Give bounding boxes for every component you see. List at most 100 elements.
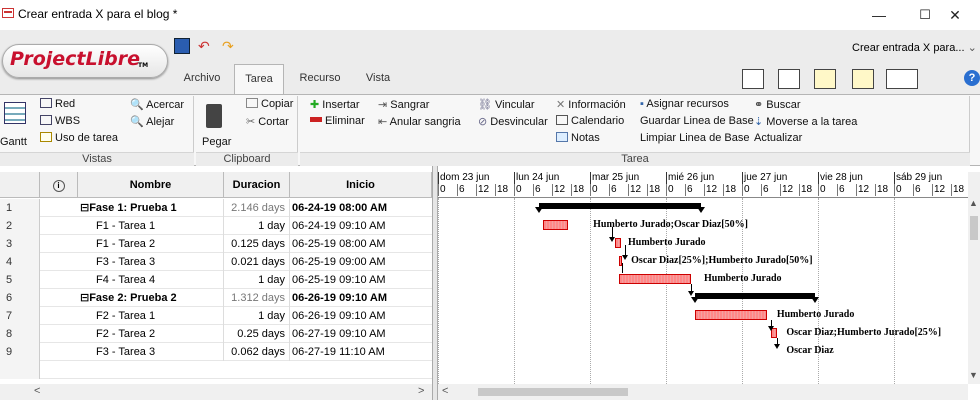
chart-view-icon[interactable]	[778, 69, 800, 89]
header-nombre[interactable]: Nombre	[78, 172, 224, 198]
task-bar[interactable]	[618, 274, 692, 284]
scroll-down-icon[interactable]: ▼	[969, 370, 978, 380]
table-row[interactable]: 6 ⊟Fase 2: Prueba 2 1.312 days 06-26-19 09:…	[0, 289, 432, 307]
row-number[interactable]: 9	[0, 343, 40, 361]
eliminar-button[interactable]: Eliminar	[310, 115, 365, 127]
row-number[interactable]: 4	[0, 253, 40, 271]
acercar-button[interactable]: 🔍 Acercar	[130, 98, 184, 111]
alejar-button[interactable]: 🔍 Alejar	[130, 115, 174, 128]
task-name[interactable]: F3 - Tarea 3	[78, 343, 224, 361]
buscar-button[interactable]: ⚭ Buscar	[754, 98, 801, 111]
table-horizontal-scrollbar[interactable]: < >	[30, 384, 432, 400]
sangrar-button[interactable]: ⇥ Sangrar	[378, 98, 429, 111]
task-name[interactable]: F1 - Tarea 2	[78, 235, 224, 253]
task-duration[interactable]: 0.062 days	[224, 343, 290, 361]
task-start[interactable]: 06-27-19 11:10 AM	[290, 343, 432, 361]
task-duration[interactable]: 1 day	[224, 307, 290, 325]
header-inicio[interactable]: Inicio	[290, 172, 432, 198]
project-select[interactable]: Crear entrada X para... ⌄	[852, 38, 980, 58]
informacion-button[interactable]: ✕ Información	[556, 98, 626, 111]
wbs-button[interactable]: WBS	[40, 115, 80, 127]
row-number[interactable]: 7	[0, 307, 40, 325]
actualizar-button[interactable]: Actualizar	[754, 132, 802, 144]
notas-button[interactable]: Notas	[556, 132, 600, 144]
row-number[interactable]: 5	[0, 271, 40, 289]
task-start[interactable]: 06-27-19 09:10 AM	[290, 325, 432, 343]
help-icon[interactable]: ?	[964, 70, 980, 86]
task-start[interactable]: 06-24-19 09:10 AM	[290, 217, 432, 235]
task-duration[interactable]: 0.125 days	[224, 235, 290, 253]
close-button[interactable]: ✕	[932, 4, 978, 26]
row-number[interactable]: 8	[0, 325, 40, 343]
task-name[interactable]: F3 - Tarea 3	[78, 253, 224, 271]
task-duration[interactable]: 1 day	[224, 271, 290, 289]
task-duration[interactable]: 1.312 days	[224, 289, 290, 307]
cortar-button[interactable]: ✂ Cortar	[246, 115, 289, 128]
task-name[interactable]: F2 - Tarea 2	[78, 325, 224, 343]
row-number[interactable]: 3	[0, 235, 40, 253]
scroll-right-icon[interactable]: >	[418, 385, 424, 397]
row-number[interactable]: 6	[0, 289, 40, 307]
insertar-button[interactable]: ✚ Insertar	[310, 98, 360, 111]
task-name[interactable]: F1 - Tarea 1	[78, 217, 224, 235]
save-icon[interactable]	[174, 38, 190, 54]
task-start[interactable]: 06-25-19 08:00 AM	[290, 235, 432, 253]
tab-recurso[interactable]: Recurso	[294, 64, 346, 94]
task-name[interactable]: ⊟Fase 2: Prueba 2	[78, 289, 224, 307]
undo-icon[interactable]: ↶	[198, 38, 214, 54]
histogram-view-icon[interactable]	[742, 69, 764, 89]
gantt-button[interactable]: Gantt	[0, 136, 27, 148]
task-name[interactable]: ⊟Fase 1: Prueba 1	[78, 199, 224, 217]
task-usage-view-icon[interactable]	[814, 69, 836, 89]
calendario-button[interactable]: Calendario	[556, 115, 624, 127]
uso-tarea-button[interactable]: Uso de tarea	[40, 132, 118, 144]
empty-row[interactable]	[0, 361, 432, 379]
table-row[interactable]: 4 F3 - Tarea 3 0.021 days 06-25-19 09:00 AM	[0, 253, 432, 271]
tab-vista[interactable]: Vista	[356, 64, 400, 94]
table-row[interactable]: 2 F1 - Tarea 11 day 06-24-19 09:10 AM	[0, 217, 432, 235]
task-duration[interactable]: 0.25 days	[224, 325, 290, 343]
vincular-button[interactable]: ⛓ Vincular	[478, 98, 535, 111]
vertical-scroll-thumb[interactable]	[970, 216, 978, 240]
task-start[interactable]: 06-25-19 09:00 AM	[290, 253, 432, 271]
copiar-button[interactable]: Copiar	[246, 98, 293, 110]
tab-tarea[interactable]: Tarea	[234, 64, 284, 94]
table-row[interactable]: 8 F2 - Tarea 2 0.25 days 06-27-19 09:10 AM	[0, 325, 432, 343]
summary-bar[interactable]	[539, 203, 701, 209]
guardar-linea-base-button[interactable]: Guardar Linea de Base	[640, 115, 754, 127]
moverse-tarea-button[interactable]: ⇣ Moverse a la tarea	[754, 115, 857, 128]
limpiar-linea-base-button[interactable]: Limpiar Linea de Base	[640, 132, 749, 144]
row-number[interactable]: 2	[0, 217, 40, 235]
scroll-up-icon[interactable]: ▲	[969, 198, 978, 208]
task-start[interactable]: 06-26-19 09:10 AM	[290, 289, 432, 307]
vertical-scrollbar[interactable]: ▲ ▼	[968, 172, 980, 384]
resource-usage-view-icon[interactable]	[852, 69, 874, 89]
table-row[interactable]: 7 F2 - Tarea 11 day 06-26-19 09:10 AM	[0, 307, 432, 325]
table-row[interactable]: 9 F3 - Tarea 3 0.062 days 06-27-19 11:10 AM	[0, 343, 432, 361]
task-start[interactable]: 06-25-19 09:10 AM	[290, 271, 432, 289]
task-duration[interactable]: 0.021 days	[224, 253, 290, 271]
asignar-recursos-button[interactable]: ▪ Asignar recursos	[640, 98, 729, 110]
task-name[interactable]: F2 - Tarea 1	[78, 307, 224, 325]
scroll-left-icon[interactable]: <	[34, 385, 40, 397]
task-bar[interactable]	[615, 238, 622, 248]
pegar-button[interactable]: Pegar	[202, 136, 231, 148]
summary-bar[interactable]	[694, 293, 815, 299]
header-duracion[interactable]: Duracion	[224, 172, 290, 198]
blank-view-icon[interactable]	[886, 69, 918, 89]
desvincular-button[interactable]: ⊘ Desvincular	[478, 115, 548, 128]
anular-sangria-button[interactable]: ⇤ Anular sangria	[378, 115, 461, 128]
task-bar[interactable]	[542, 220, 568, 230]
gantt-scroll-thumb[interactable]	[478, 388, 628, 396]
task-start[interactable]: 06-24-19 08:00 AM	[290, 199, 432, 217]
table-row[interactable]: 1 ⊟Fase 1: Prueba 1 2.146 days 06-24-19 08:…	[0, 199, 432, 217]
task-duration[interactable]: 1 day	[224, 217, 290, 235]
task-start[interactable]: 06-26-19 09:10 AM	[290, 307, 432, 325]
table-row[interactable]: 3 F1 - Tarea 2 0.125 days 06-25-19 08:00 AM	[0, 235, 432, 253]
minimize-button[interactable]: —	[856, 4, 902, 26]
row-number[interactable]: 1	[0, 199, 40, 217]
table-row[interactable]: 5 F4 - Tarea 41 day 06-25-19 09:10 AM	[0, 271, 432, 289]
tab-archivo[interactable]: Archivo	[178, 64, 226, 94]
redo-icon[interactable]: ↷	[222, 38, 238, 54]
task-name[interactable]: F4 - Tarea 4	[78, 271, 224, 289]
